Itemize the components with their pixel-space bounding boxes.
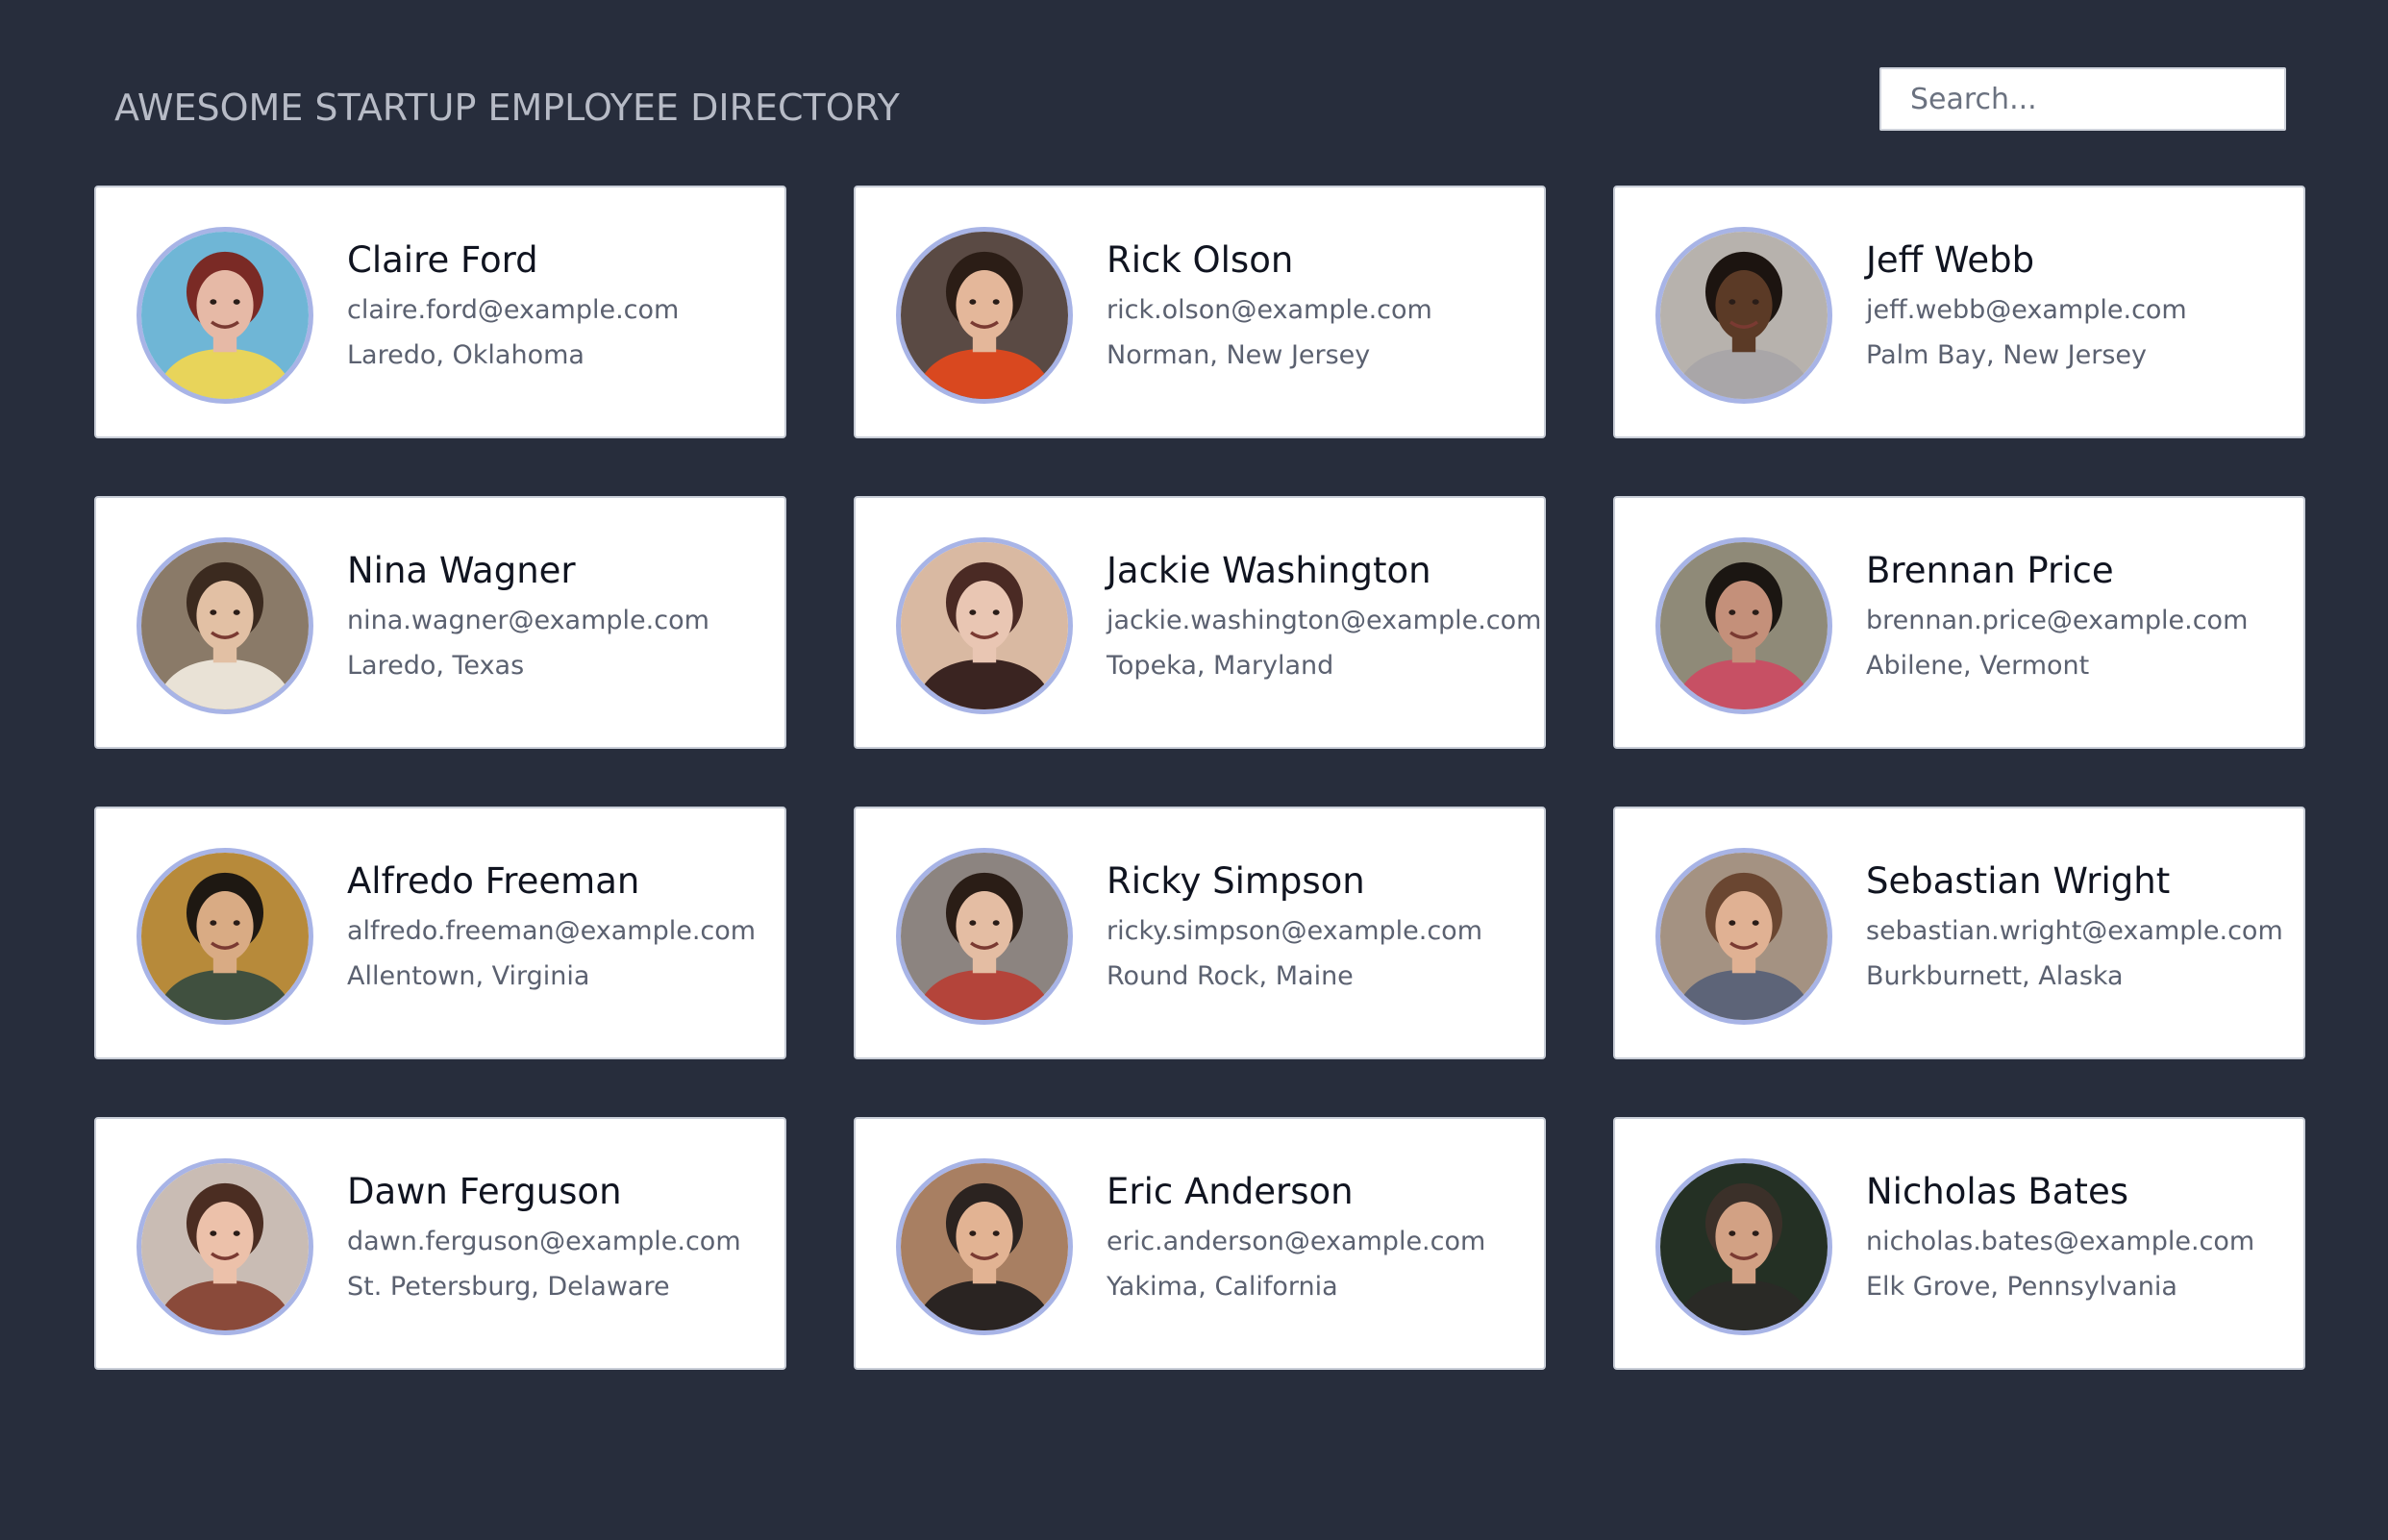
- employee-email: brennan.price@example.com: [1866, 606, 2249, 635]
- employee-info: Sebastian Wright sebastian.wright@exampl…: [1866, 858, 2288, 995]
- employee-info: Jackie Washington jackie.washington@exam…: [1107, 548, 1542, 684]
- employee-card[interactable]: Jeff Webb jeff.webb@example.com Palm Bay…: [1613, 186, 2305, 438]
- employee-email: nicholas.bates@example.com: [1866, 1227, 2255, 1256]
- employee-name: Dawn Ferguson: [347, 1171, 622, 1212]
- employee-location: Laredo, Texas: [347, 651, 525, 681]
- employee-card[interactable]: Eric Anderson eric.anderson@example.com …: [854, 1117, 1546, 1370]
- employee-email: sebastian.wright@example.com: [1866, 916, 2283, 946]
- avatar: [896, 1158, 1073, 1335]
- employee-name: Sebastian Wright: [1866, 860, 2171, 902]
- employee-location: Elk Grove, Pennsylvania: [1866, 1272, 2177, 1302]
- employee-location: St. Petersburg, Delaware: [347, 1272, 670, 1302]
- employee-info: Rick Olson rick.olson@example.com Norman…: [1107, 237, 1529, 374]
- employee-name: Claire Ford: [347, 239, 538, 281]
- employee-info: Claire Ford claire.ford@example.com Lare…: [347, 237, 769, 374]
- employee-name: Jeff Webb: [1866, 239, 2035, 281]
- employee-info: Eric Anderson eric.anderson@example.com …: [1107, 1169, 1529, 1305]
- employee-email: jackie.washington@example.com: [1107, 606, 1542, 635]
- employee-location: Burkburnett, Alaska: [1866, 961, 2124, 991]
- employee-location: Topeka, Maryland: [1107, 651, 1334, 681]
- employee-location: Yakima, California: [1107, 1272, 1338, 1302]
- employee-card[interactable]: Nicholas Bates nicholas.bates@example.co…: [1613, 1117, 2305, 1370]
- employee-name: Rick Olson: [1107, 239, 1294, 281]
- employee-name: Eric Anderson: [1107, 1171, 1354, 1212]
- avatar: [1655, 537, 1832, 714]
- employee-grid: Claire Ford claire.ford@example.com Lare…: [94, 186, 2305, 1370]
- employee-location: Palm Bay, New Jersey: [1866, 340, 2148, 370]
- avatar: [896, 537, 1073, 714]
- page-header: AWESOME STARTUP EMPLOYEE DIRECTORY: [0, 0, 2388, 183]
- employee-name: Alfredo Freeman: [347, 860, 640, 902]
- employee-location: Norman, New Jersey: [1107, 340, 1371, 370]
- employee-card[interactable]: Jackie Washington jackie.washington@exam…: [854, 496, 1546, 749]
- employee-email: claire.ford@example.com: [347, 295, 680, 325]
- employee-name: Jackie Washington: [1107, 550, 1431, 591]
- employee-location: Round Rock, Maine: [1107, 961, 1354, 991]
- employee-name: Nicholas Bates: [1866, 1171, 2128, 1212]
- employee-card[interactable]: Claire Ford claire.ford@example.com Lare…: [94, 186, 786, 438]
- search-input[interactable]: [1879, 67, 2286, 131]
- employee-card[interactable]: Alfredo Freeman alfredo.freeman@example.…: [94, 807, 786, 1059]
- avatar: [137, 1158, 313, 1335]
- avatar: [1655, 848, 1832, 1025]
- employee-info: Alfredo Freeman alfredo.freeman@example.…: [347, 858, 769, 995]
- avatar: [1655, 1158, 1832, 1335]
- employee-email: alfredo.freeman@example.com: [347, 916, 757, 946]
- avatar: [137, 848, 313, 1025]
- employee-name: Ricky Simpson: [1107, 860, 1365, 902]
- employee-info: Brennan Price brennan.price@example.com …: [1866, 548, 2288, 684]
- employee-email: dawn.ferguson@example.com: [347, 1227, 741, 1256]
- employee-info: Nina Wagner nina.wagner@example.com Lare…: [347, 548, 769, 684]
- avatar: [896, 848, 1073, 1025]
- employee-card[interactable]: Rick Olson rick.olson@example.com Norman…: [854, 186, 1546, 438]
- employee-card[interactable]: Sebastian Wright sebastian.wright@exampl…: [1613, 807, 2305, 1059]
- employee-location: Abilene, Vermont: [1866, 651, 2090, 681]
- avatar: [137, 227, 313, 404]
- employee-info: Ricky Simpson ricky.simpson@example.com …: [1107, 858, 1529, 995]
- avatar: [896, 227, 1073, 404]
- employee-card[interactable]: Ricky Simpson ricky.simpson@example.com …: [854, 807, 1546, 1059]
- page-title: AWESOME STARTUP EMPLOYEE DIRECTORY: [114, 87, 900, 129]
- employee-card[interactable]: Nina Wagner nina.wagner@example.com Lare…: [94, 496, 786, 749]
- employee-name: Brennan Price: [1866, 550, 2114, 591]
- employee-email: rick.olson@example.com: [1107, 295, 1432, 325]
- employee-email: nina.wagner@example.com: [347, 606, 709, 635]
- avatar: [1655, 227, 1832, 404]
- avatar: [137, 537, 313, 714]
- employee-location: Laredo, Oklahoma: [347, 340, 585, 370]
- employee-info: Nicholas Bates nicholas.bates@example.co…: [1866, 1169, 2288, 1305]
- employee-info: Dawn Ferguson dawn.ferguson@example.com …: [347, 1169, 769, 1305]
- employee-card[interactable]: Brennan Price brennan.price@example.com …: [1613, 496, 2305, 749]
- employee-email: jeff.webb@example.com: [1866, 295, 2187, 325]
- employee-info: Jeff Webb jeff.webb@example.com Palm Bay…: [1866, 237, 2288, 374]
- employee-location: Allentown, Virginia: [347, 961, 590, 991]
- employee-email: eric.anderson@example.com: [1107, 1227, 1486, 1256]
- employee-name: Nina Wagner: [347, 550, 576, 591]
- employee-email: ricky.simpson@example.com: [1107, 916, 1482, 946]
- employee-card[interactable]: Dawn Ferguson dawn.ferguson@example.com …: [94, 1117, 786, 1370]
